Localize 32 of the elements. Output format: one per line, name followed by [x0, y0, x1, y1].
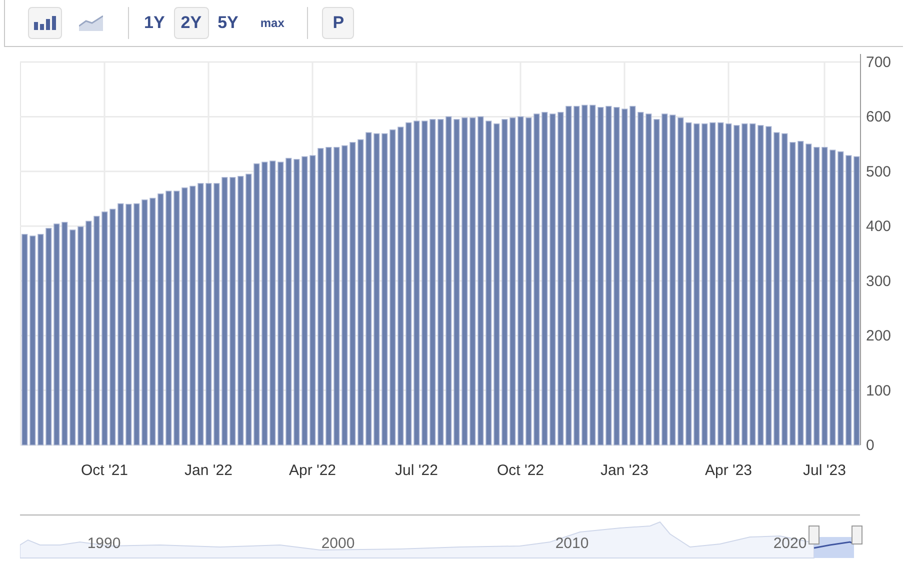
- axis-label: 200: [866, 328, 892, 345]
- axis-label: Apr '22: [288, 462, 336, 479]
- range-button[interactable]: max: [253, 7, 292, 39]
- range-button[interactable]: 5Y: [210, 7, 246, 39]
- area-chart-icon: [79, 15, 103, 31]
- selected-range[interactable]: [814, 537, 854, 558]
- axis-label: 0: [866, 437, 874, 454]
- chart-type-button[interactable]: [28, 7, 62, 39]
- axis-label: Apr '23: [704, 462, 752, 479]
- axis-label: 100: [866, 382, 892, 400]
- p-button[interactable]: P: [322, 7, 354, 39]
- bar-chart-icon: [34, 16, 56, 30]
- year-label: 2000: [321, 535, 355, 552]
- axis-label: Jul '22: [395, 462, 438, 479]
- axis-label: Jul '23: [803, 462, 846, 479]
- axis-label: Oct '22: [496, 462, 544, 479]
- axis-label: Oct '21: [80, 462, 128, 479]
- year-label: 1990: [87, 535, 121, 552]
- range-button[interactable]: 2Y: [174, 7, 209, 39]
- axis-label: 300: [866, 272, 892, 290]
- navigator[interactable]: 1990 2000 2010 2020: [20, 512, 870, 562]
- axis-label: 500: [866, 163, 892, 180]
- axis-label: Jan '22: [184, 462, 232, 479]
- axis-label: 400: [866, 218, 892, 236]
- range-handle[interactable]: [852, 526, 862, 544]
- axis-label: Jan '23: [600, 462, 648, 479]
- year-label: 2010: [555, 535, 589, 552]
- range-button[interactable]: 1Y: [137, 7, 172, 39]
- year-label: 2020: [773, 535, 807, 552]
- range-handle[interactable]: [808, 526, 820, 544]
- axis-label: 600: [866, 108, 892, 126]
- axis-label: 700: [866, 54, 892, 71]
